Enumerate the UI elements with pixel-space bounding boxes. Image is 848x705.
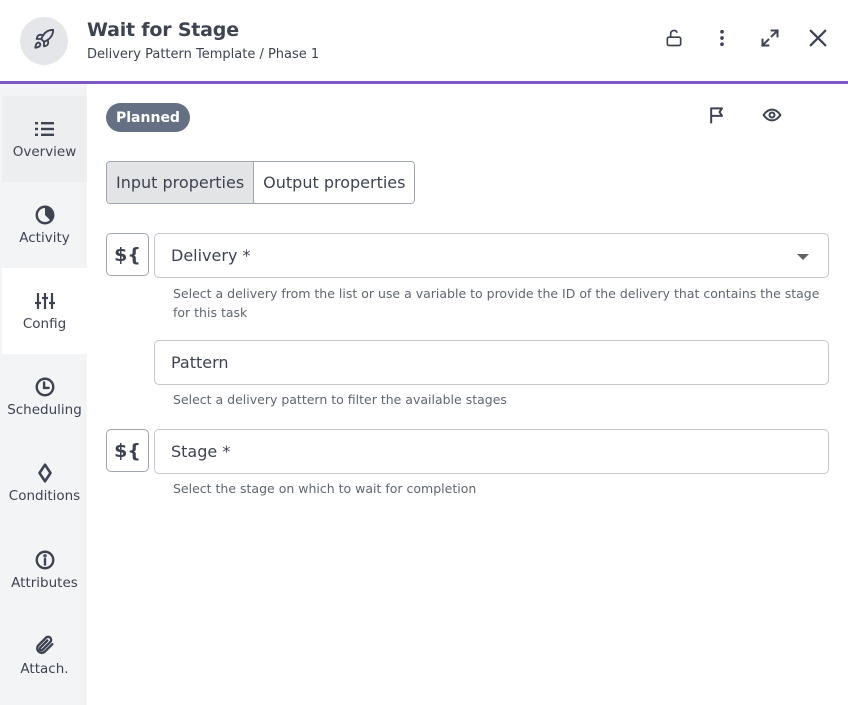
pattern-helper-text: Select a delivery pattern to filter the … bbox=[173, 392, 507, 407]
page-title: Wait for Stage bbox=[87, 19, 239, 41]
header-actions bbox=[638, 26, 830, 54]
lock-open-icon bbox=[664, 28, 684, 52]
activity-icon bbox=[34, 204, 56, 226]
flag-button[interactable] bbox=[705, 104, 729, 130]
rocket-icon bbox=[33, 28, 55, 54]
delivery-variable-toggle[interactable]: ${ bbox=[106, 233, 149, 276]
expand-icon bbox=[760, 28, 780, 52]
delivery-field-label: Delivery * bbox=[171, 246, 251, 265]
sidebar-item-config[interactable]: Config bbox=[2, 268, 87, 354]
sidebar-item-conditions[interactable]: Conditions bbox=[2, 440, 87, 526]
sidebar-item-scheduling[interactable]: Scheduling bbox=[2, 354, 87, 440]
sidebar-item-label: Overview bbox=[12, 144, 77, 160]
task-header: Wait for Stage Delivery Pattern Template… bbox=[0, 0, 848, 81]
properties-tabs: Input properties Output properties bbox=[106, 161, 416, 204]
stage-select[interactable]: Stage * bbox=[154, 429, 829, 474]
sidebar-item-label: Attach. bbox=[20, 661, 69, 677]
sidebar-item-label: Config bbox=[22, 316, 67, 332]
unlock-button[interactable] bbox=[662, 26, 686, 54]
info-icon bbox=[34, 549, 56, 571]
paperclip-icon bbox=[34, 635, 56, 657]
tab-output-properties[interactable]: Output properties bbox=[254, 162, 415, 203]
flag-icon bbox=[707, 105, 727, 129]
sidebar-item-label: Scheduling bbox=[7, 402, 82, 418]
pattern-select[interactable]: Pattern bbox=[154, 340, 829, 385]
close-button[interactable] bbox=[806, 26, 830, 54]
more-vertical-icon bbox=[712, 28, 732, 52]
expand-button[interactable] bbox=[758, 26, 782, 54]
stage-field-label: Stage * bbox=[171, 442, 231, 461]
close-icon bbox=[807, 27, 829, 53]
delivery-helper-text: Select a delivery from the list or use a… bbox=[173, 286, 820, 320]
sidebar-item-activity[interactable]: Activity bbox=[2, 182, 87, 268]
task-type-avatar bbox=[20, 17, 68, 65]
sidebar-item-label: Attributes bbox=[11, 575, 78, 591]
delivery-select[interactable]: Delivery * bbox=[154, 233, 829, 278]
sidebar-item-attributes[interactable]: Attributes bbox=[2, 527, 87, 613]
sidebar-nav: Overview Activity Config Scheduling Cond… bbox=[0, 84, 87, 705]
breadcrumb: Delivery Pattern Template / Phase 1 bbox=[87, 47, 320, 62]
pattern-field-label: Pattern bbox=[171, 353, 229, 372]
sliders-icon bbox=[34, 290, 56, 312]
diamond-icon bbox=[36, 462, 54, 484]
stage-variable-toggle[interactable]: ${ bbox=[106, 429, 149, 472]
sidebar-item-attachments[interactable]: Attach. bbox=[2, 613, 87, 699]
watch-button[interactable] bbox=[760, 104, 784, 130]
chevron-down-icon[interactable] bbox=[797, 254, 809, 260]
config-panel: Planned Input properties Output properti… bbox=[87, 84, 848, 705]
clock-icon bbox=[34, 376, 56, 398]
tab-input-properties[interactable]: Input properties bbox=[107, 162, 255, 203]
more-options-button[interactable] bbox=[710, 26, 734, 54]
stage-helper-text: Select the stage on which to wait for co… bbox=[173, 481, 477, 496]
eye-icon bbox=[761, 105, 783, 129]
sidebar-item-label: Activity bbox=[19, 230, 70, 246]
list-icon bbox=[34, 118, 56, 140]
status-badge: Planned bbox=[106, 103, 190, 132]
sidebar-item-label: Conditions bbox=[8, 488, 81, 504]
sidebar-item-overview[interactable]: Overview bbox=[2, 96, 87, 182]
